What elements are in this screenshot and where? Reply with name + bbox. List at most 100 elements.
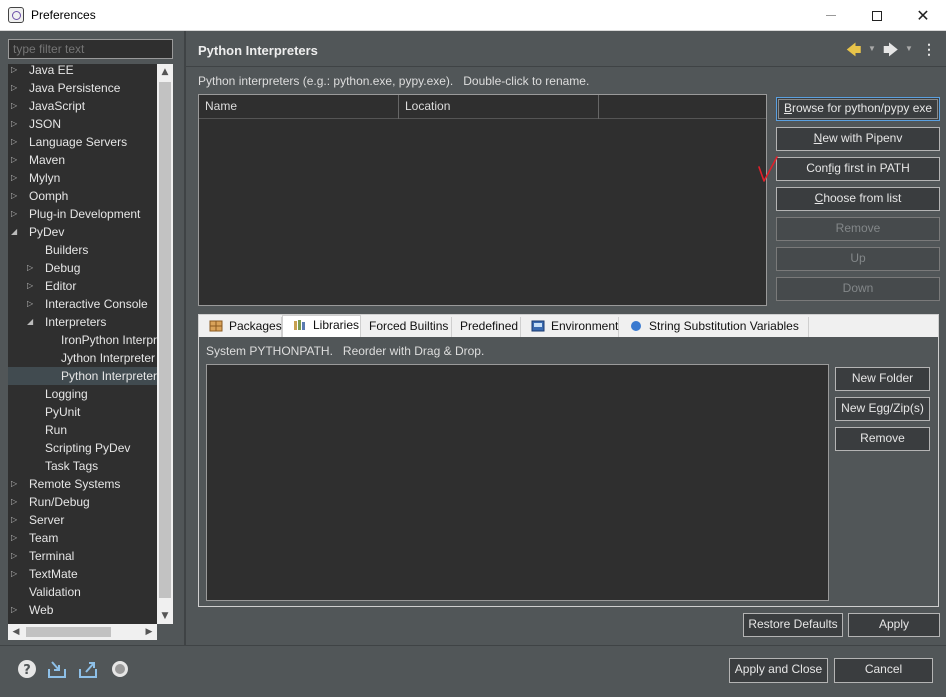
back-dropdown-icon[interactable]: ▼ [868, 44, 876, 53]
tree-collapsed-icon[interactable]: ▷ [11, 173, 19, 183]
tab-libraries[interactable]: Libraries [282, 315, 361, 337]
tree-horizontal-scrollbar[interactable]: ◀ ▶ [8, 624, 157, 640]
tree-item[interactable]: ▷ Interactive Console [8, 295, 157, 313]
tree-item[interactable]: ▷ Editor [8, 277, 157, 295]
tree-item[interactable]: Python Interpreter [8, 367, 157, 385]
choose-from-list-button[interactable]: Choose from list [776, 187, 940, 211]
tree-collapsed-icon[interactable]: ▷ [11, 497, 19, 507]
tree-item[interactable]: IronPython Interpreter [8, 331, 157, 349]
column-name[interactable]: Name [199, 95, 399, 119]
tree-collapsed-icon[interactable]: ▷ [11, 551, 19, 561]
tree-item[interactable]: Run [8, 421, 157, 439]
hscroll-thumb[interactable] [26, 627, 111, 637]
remove-interpreter-button[interactable]: Remove [776, 217, 940, 241]
tree-item[interactable]: Logging [8, 385, 157, 403]
tree-collapsed-icon[interactable]: ▷ [11, 191, 19, 201]
tree-item[interactable]: ▷ Oomph [8, 187, 157, 205]
tree-item[interactable]: ▷ Web [8, 601, 157, 619]
tree-expanded-icon[interactable]: ◢ [27, 317, 35, 327]
scroll-right-icon[interactable]: ▶ [141, 624, 157, 640]
cancel-button[interactable]: Cancel [834, 658, 933, 683]
tab-predefined[interactable]: Predefined [452, 317, 521, 337]
tree-collapsed-icon[interactable]: ▷ [11, 137, 19, 147]
import-icon[interactable] [46, 658, 68, 680]
tree-vertical-scrollbar[interactable]: ▲ ▼ [157, 64, 173, 624]
config-first-in-path-button[interactable]: Config first in PATH [776, 157, 940, 181]
tree-item[interactable]: ▷ Mylyn [8, 169, 157, 187]
tree-collapsed-icon[interactable]: ▷ [27, 263, 35, 273]
tree-collapsed-icon[interactable]: ▷ [11, 605, 19, 615]
tree-item[interactable]: ▷ Maven [8, 151, 157, 169]
restore-defaults-button[interactable]: Restore Defaults [743, 613, 843, 637]
tree-collapsed-icon[interactable]: ▷ [11, 533, 19, 543]
tree-collapsed-icon[interactable]: ▷ [27, 281, 35, 291]
tree-item[interactable]: ◢ PyDev [8, 223, 157, 241]
maximize-button[interactable] [854, 0, 900, 31]
view-menu-icon[interactable]: ⋮ [922, 41, 936, 58]
tree-item[interactable]: ▷ Debug [8, 259, 157, 277]
new-egg-zip-button[interactable]: New Egg/Zip(s) [835, 397, 930, 421]
tree-collapsed-icon[interactable]: ▷ [11, 515, 19, 525]
tree-item[interactable]: Scripting PyDev [8, 439, 157, 457]
back-arrow-icon[interactable]: 🡄 [846, 40, 862, 65]
scroll-down-icon[interactable]: ▼ [157, 608, 173, 624]
tree-collapsed-icon[interactable]: ▷ [11, 101, 19, 111]
export-icon[interactable] [77, 658, 99, 680]
tree-collapsed-icon[interactable]: ▷ [11, 569, 19, 579]
tree-item[interactable]: ▷ Java Persistence [8, 79, 157, 97]
new-folder-button[interactable]: New Folder [835, 367, 930, 391]
scroll-up-icon[interactable]: ▲ [157, 64, 173, 80]
oomph-record-icon[interactable] [109, 658, 131, 680]
minimize-button[interactable] [808, 0, 854, 31]
remove-library-button[interactable]: Remove [835, 427, 930, 451]
tab-environment[interactable]: Environment [521, 317, 619, 337]
tree-item[interactable]: ▷ JavaScript [8, 97, 157, 115]
tree-collapsed-icon[interactable]: ▷ [11, 83, 19, 93]
tree-item[interactable]: ▷ TextMate [8, 565, 157, 583]
tree-item[interactable]: Task Tags [8, 457, 157, 475]
tab-forced-builtins[interactable]: Forced Builtins [361, 317, 452, 337]
tree-item[interactable]: ▷ Server [8, 511, 157, 529]
interpreters-table[interactable]: Name Location [198, 94, 767, 306]
apply-and-close-button[interactable]: Apply and Close [729, 658, 828, 683]
new-with-pipenv-button[interactable]: New with Pipenv [776, 127, 940, 151]
close-button[interactable]: ✕ [900, 0, 946, 31]
tree-collapsed-icon[interactable]: ▷ [11, 65, 19, 75]
tree-item[interactable]: ▷ Java EE [8, 64, 157, 79]
tree-item[interactable]: ▷ JSON [8, 115, 157, 133]
tree-item[interactable]: Jython Interpreter [8, 349, 157, 367]
forward-dropdown-icon[interactable]: ▼ [905, 44, 913, 53]
tree-item[interactable]: Builders [8, 241, 157, 259]
tree-collapsed-icon[interactable]: ▷ [27, 299, 35, 309]
tab-string-substitution-variables[interactable]: String Substitution Variables [619, 317, 809, 337]
tree-item[interactable]: Validation [8, 583, 157, 601]
tree-item[interactable]: PyUnit [8, 403, 157, 421]
browse-interpreter-button[interactable]: Browse for python/pypy exe [776, 97, 940, 121]
tree-item-label: Java Persistence [29, 81, 121, 95]
tree-collapsed-icon[interactable]: ▷ [11, 479, 19, 489]
help-icon[interactable]: ? [16, 658, 38, 680]
scroll-thumb[interactable] [159, 82, 171, 598]
apply-button[interactable]: Apply [848, 613, 940, 637]
scroll-left-icon[interactable]: ◀ [8, 624, 24, 640]
tree-collapsed-icon[interactable]: ▷ [11, 209, 19, 219]
tree-collapsed-icon[interactable]: ▷ [11, 155, 19, 165]
tree-item[interactable]: ◢ Interpreters [8, 313, 157, 331]
tab-packages[interactable]: Packages [199, 317, 282, 337]
tree-item[interactable]: ▷ Remote Systems [8, 475, 157, 493]
filter-input[interactable] [8, 39, 173, 59]
tree-item[interactable]: ▷ Terminal [8, 547, 157, 565]
tree-item[interactable]: ▷ Plug-in Development [8, 205, 157, 223]
button-label: Config first in PATH [806, 161, 910, 175]
up-button[interactable]: Up [776, 247, 940, 271]
variables-icon [629, 319, 649, 333]
tree-item[interactable]: ▷ Team [8, 529, 157, 547]
tree-expanded-icon[interactable]: ◢ [11, 227, 19, 237]
tree-collapsed-icon[interactable]: ▷ [11, 119, 19, 129]
down-button[interactable]: Down [776, 277, 940, 301]
forward-arrow-icon[interactable]: 🡆 [883, 40, 899, 65]
tree-item[interactable]: ▷ Language Servers [8, 133, 157, 151]
column-location[interactable]: Location [399, 95, 599, 119]
tree-item[interactable]: ▷ Run/Debug [8, 493, 157, 511]
pythonpath-list[interactable] [206, 364, 829, 601]
